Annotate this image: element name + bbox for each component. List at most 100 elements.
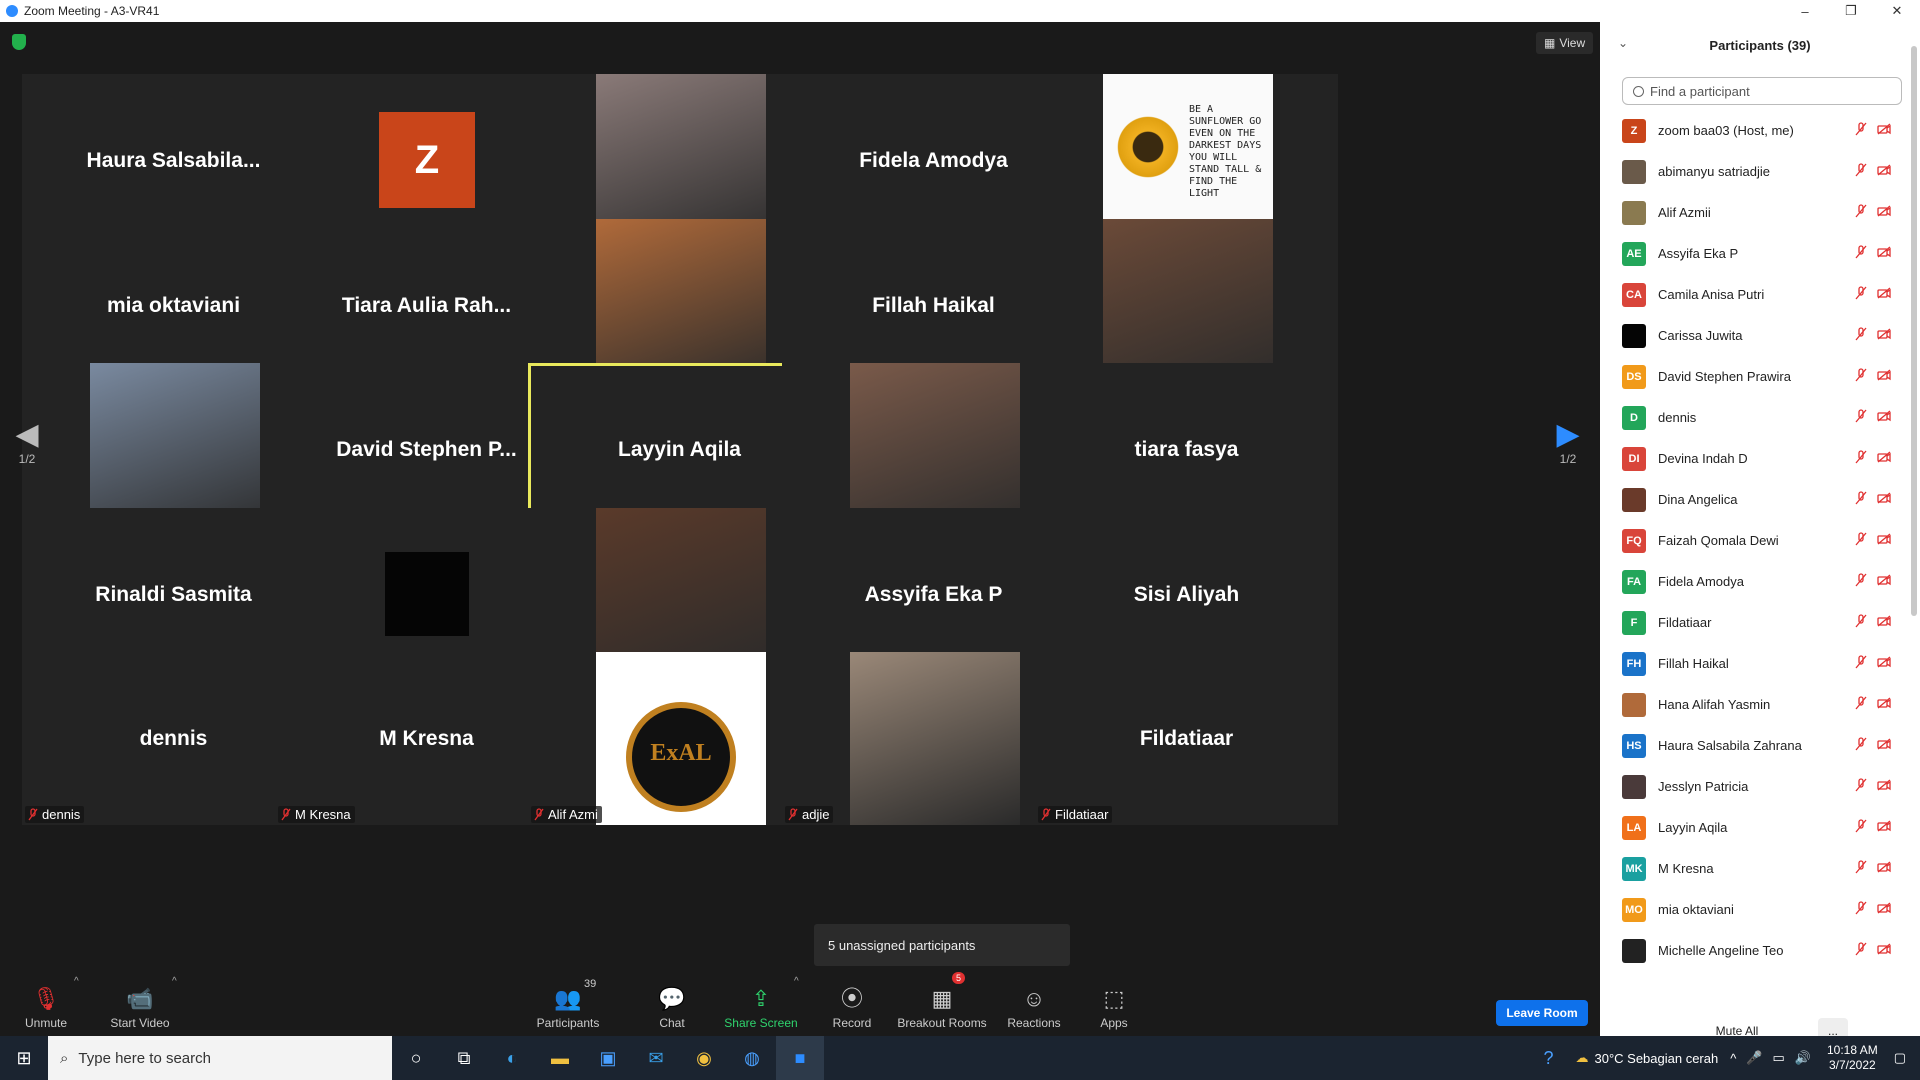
participant-row[interactable]: MO mia oktaviani <box>1600 889 1905 930</box>
previous-page-button[interactable]: ◀ 1/2 <box>0 392 54 492</box>
participant-row[interactable]: LA Layyin Aqila <box>1600 807 1905 848</box>
messenger-icon[interactable]: ◍ <box>728 1036 776 1080</box>
task-view-icon[interactable]: ⧉ <box>440 1036 488 1080</box>
chrome-icon[interactable]: ◉ <box>680 1036 728 1080</box>
weather-text[interactable]: 30°C Sebagian cerah <box>1594 1051 1718 1066</box>
breakout-rooms-label: Breakout Rooms <box>897 1016 987 1030</box>
participant-row[interactable]: DS David Stephen Prawira <box>1600 356 1905 397</box>
restore-button[interactable]: ❐ <box>1828 0 1874 22</box>
participant-row[interactable]: Carissa Juwita <box>1600 315 1905 356</box>
tile-name-label: dennis <box>25 806 85 823</box>
taskbar-search-box[interactable]: ⌕ Type here to search <box>48 1036 392 1080</box>
windows-start-icon[interactable]: ⊞ <box>0 1036 48 1080</box>
prev-page-indicator: 1/2 <box>18 452 36 466</box>
file-explorer-icon[interactable]: ▬ <box>536 1036 584 1080</box>
clock[interactable]: 10:18 AM 3/7/2022 <box>1827 1043 1878 1073</box>
chat-button[interactable]: 💬 Chat <box>652 972 692 1036</box>
breakout-rooms-icon: ▦ <box>931 986 953 1011</box>
microphone-icon[interactable]: 🎤 <box>1746 1050 1762 1066</box>
participant-row[interactable]: AE Assyifa Eka P <box>1600 233 1905 274</box>
video-options-caret[interactable]: ^ <box>172 976 177 987</box>
participant-status-icons <box>1855 696 1891 713</box>
muted-mic-icon <box>1855 696 1867 713</box>
participant-status-icons <box>1855 409 1891 426</box>
record-button[interactable]: ⦿ Record <box>830 972 874 1036</box>
audio-options-caret[interactable]: ^ <box>74 976 79 987</box>
participant-status-icons <box>1855 532 1891 549</box>
participant-name: mia oktaviani <box>1658 902 1734 917</box>
participants-panel-title: Participants (39) <box>1709 37 1811 53</box>
start-video-button[interactable]: 📹 Start Video <box>104 972 176 1036</box>
video-off-icon <box>1877 204 1891 221</box>
participant-avatar: Z <box>1622 118 1646 143</box>
participant-avatar <box>1622 692 1646 717</box>
zoom-taskbar-icon[interactable]: ■ <box>776 1036 824 1080</box>
notification-center-icon[interactable]: ▢ <box>1894 1050 1906 1066</box>
participant-avatar: MO <box>1622 897 1646 922</box>
next-page-button[interactable]: ▶ 1/2 <box>1541 392 1595 492</box>
participant-search-input[interactable]: Find a participant <box>1622 77 1902 105</box>
participant-name: Fildatiaar <box>1658 615 1712 630</box>
participant-name: Hana Alifah Yasmin <box>1658 697 1771 712</box>
video-off-icon <box>1877 655 1891 672</box>
apps-button[interactable]: ⬚ Apps <box>1096 972 1132 1036</box>
participant-row[interactable]: Zzoom baa03 (Host, me) <box>1600 110 1905 151</box>
participant-row[interactable]: FQ Faizah Qomala Dewi <box>1600 520 1905 561</box>
network-icon[interactable]: ▭ <box>1773 1050 1785 1066</box>
participant-row[interactable]: Michelle Angeline Teo <box>1600 930 1905 971</box>
participant-row[interactable]: Jesslyn Patricia <box>1600 766 1905 807</box>
clock-time: 10:18 AM <box>1827 1043 1878 1057</box>
breakout-rooms-button[interactable]: ▦ Breakout Rooms <box>896 972 988 1036</box>
close-button[interactable]: ✕ <box>1874 0 1920 22</box>
participant-row[interactable]: CA Camila Anisa Putri <box>1600 274 1905 315</box>
apps-icon: ⬚ <box>1103 986 1125 1011</box>
muted-mic-icon <box>281 808 291 821</box>
share-screen-button[interactable]: ⇪ Share Screen <box>722 972 800 1036</box>
participant-name: Jesslyn Patricia <box>1658 779 1749 794</box>
edge-browser-icon[interactable]: ◐ <box>488 1036 536 1080</box>
participant-row[interactable]: MK M Kresna <box>1600 848 1905 889</box>
tile-name-text: Alif Azmi <box>548 807 598 822</box>
tile-name-text: adjie <box>802 807 830 822</box>
share-options-caret[interactable]: ^ <box>794 976 799 987</box>
participant-row[interactable]: F Fildatiaar <box>1600 602 1905 643</box>
participant-row[interactable]: Hana Alifah Yasmin <box>1600 684 1905 725</box>
participant-row[interactable]: Alif Azmii <box>1600 192 1905 233</box>
help-icon[interactable]: ? <box>1543 1048 1553 1069</box>
participant-row[interactable]: Ddennis <box>1600 397 1905 438</box>
volume-icon[interactable]: 🔊 <box>1795 1050 1811 1066</box>
participant-row[interactable]: DI Devina Indah D <box>1600 438 1905 479</box>
video-off-icon <box>1877 286 1891 303</box>
leave-room-button[interactable]: Leave Room <box>1496 1000 1588 1026</box>
participant-row[interactable]: FA Fidela Amodya <box>1600 561 1905 602</box>
grid-view-icon: ▦ <box>1544 36 1556 50</box>
minimize-button[interactable]: – <box>1782 0 1828 22</box>
participant-status-icons <box>1855 204 1891 221</box>
weather-icon[interactable]: ☁ <box>1575 1050 1588 1066</box>
participant-row[interactable]: Dina Angelica <box>1600 479 1905 520</box>
muted-mic-icon <box>1855 778 1867 795</box>
video-off-icon: 📹 <box>126 986 154 1011</box>
cortana-icon[interactable]: ○ <box>392 1036 440 1080</box>
video-off-icon <box>1877 860 1891 877</box>
participant-row[interactable]: FH Fillah Haikal <box>1600 643 1905 684</box>
video-tile[interactable]: Fildatiaar Fildatiaar <box>1035 652 1338 825</box>
video-off-icon <box>1877 942 1891 959</box>
video-off-icon <box>1877 819 1891 836</box>
participant-status-icons <box>1855 368 1891 385</box>
view-button[interactable]: ▦ View <box>1536 32 1594 54</box>
muted-mic-icon <box>1855 163 1867 180</box>
mail-icon[interactable]: ✉ <box>632 1036 680 1080</box>
participant-row[interactable]: HS Haura Salsabila Zahrana <box>1600 725 1905 766</box>
unmute-button[interactable]: 🎙 Unmute <box>18 972 74 1036</box>
video-off-icon <box>1877 491 1891 508</box>
encryption-shield-icon[interactable] <box>12 34 26 50</box>
share-screen-label: Share Screen <box>724 1016 798 1030</box>
participant-row[interactable]: abimanyu satriadjie <box>1600 151 1905 192</box>
muted-mic-icon <box>1041 808 1051 821</box>
show-hidden-icons-chevron-icon[interactable]: ^ <box>1730 1051 1736 1066</box>
participant-list-scrollbar[interactable] <box>1911 46 1917 616</box>
store-icon[interactable]: ▣ <box>584 1036 632 1080</box>
participant-status-icons <box>1855 286 1891 303</box>
reactions-button[interactable]: ☺ Reactions <box>1006 972 1062 1036</box>
